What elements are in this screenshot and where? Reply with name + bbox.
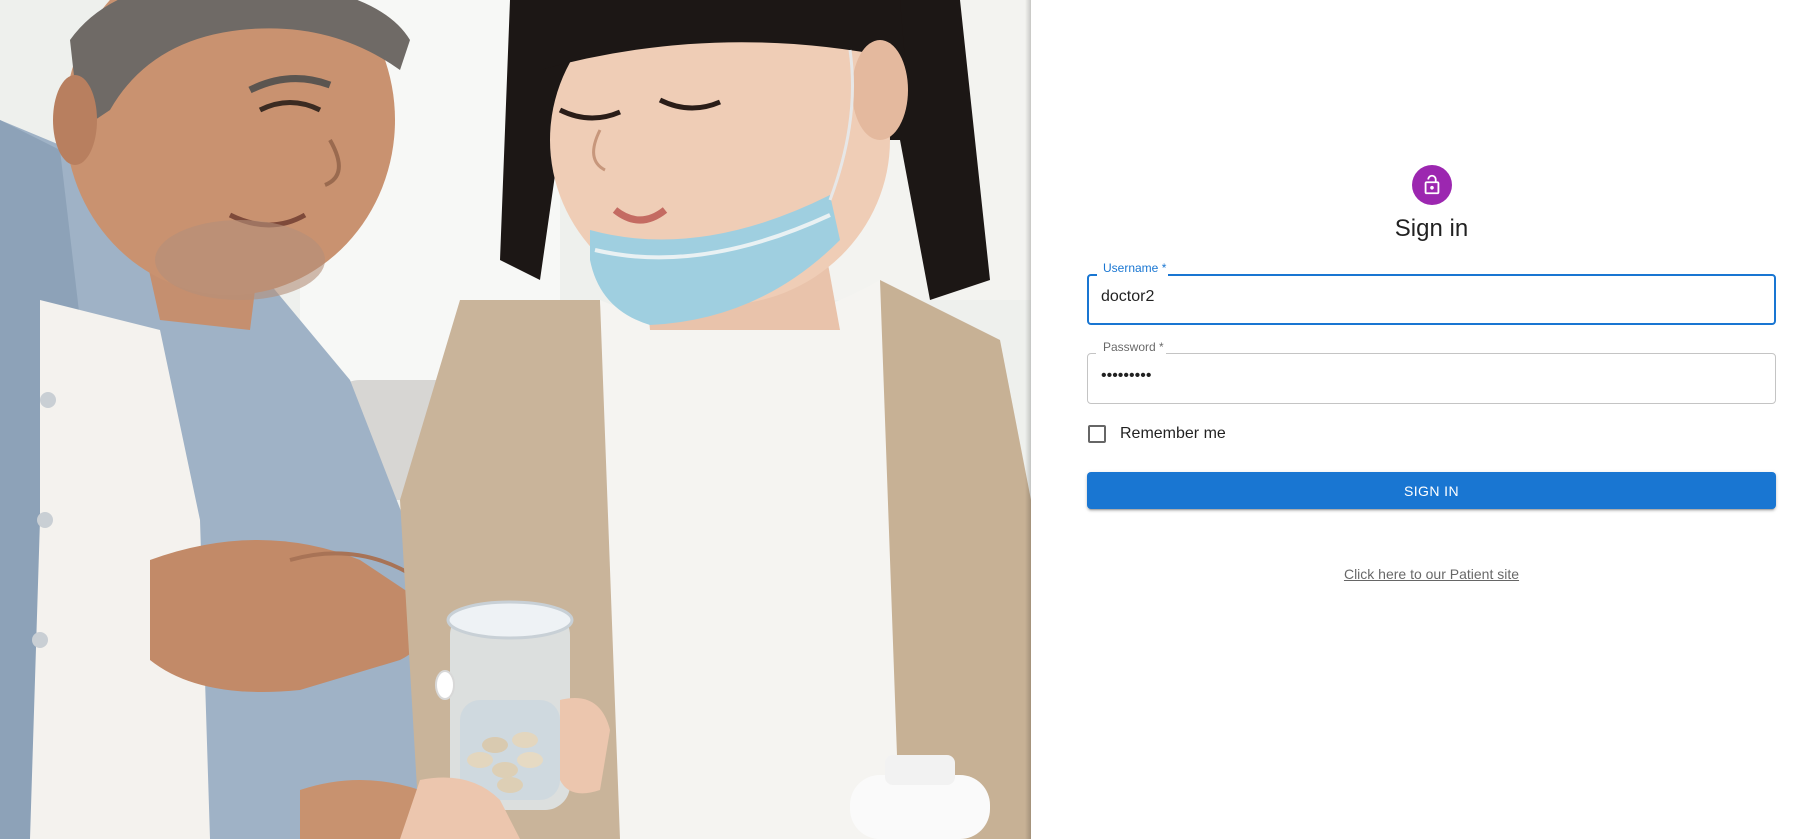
signin-panel: Sign in Username * Username * Password *… xyxy=(1031,0,1811,839)
lock-open-icon xyxy=(1424,174,1439,195)
username-field[interactable]: Username * Username * xyxy=(1087,261,1776,326)
login-page: Sign in Username * Username * Password *… xyxy=(0,0,1811,839)
signin-form: Sign in Username * Username * Password *… xyxy=(1087,165,1776,582)
patient-site-link[interactable]: Click here to our Patient site xyxy=(1087,566,1776,582)
password-input[interactable] xyxy=(1087,348,1776,405)
lock-avatar xyxy=(1411,165,1452,205)
remember-me-checkbox[interactable] xyxy=(1088,425,1106,444)
hero-image xyxy=(0,0,1031,839)
page-title: Sign in xyxy=(1394,215,1469,242)
hero-illustration xyxy=(0,0,1031,839)
sign-in-button[interactable]: SIGN IN xyxy=(1087,472,1776,510)
username-input[interactable] xyxy=(1087,269,1776,326)
remember-me-label: Remember me xyxy=(1120,425,1226,443)
remember-me-row[interactable]: Remember me xyxy=(1087,420,1776,448)
password-field[interactable]: Password * Password * xyxy=(1087,340,1776,405)
